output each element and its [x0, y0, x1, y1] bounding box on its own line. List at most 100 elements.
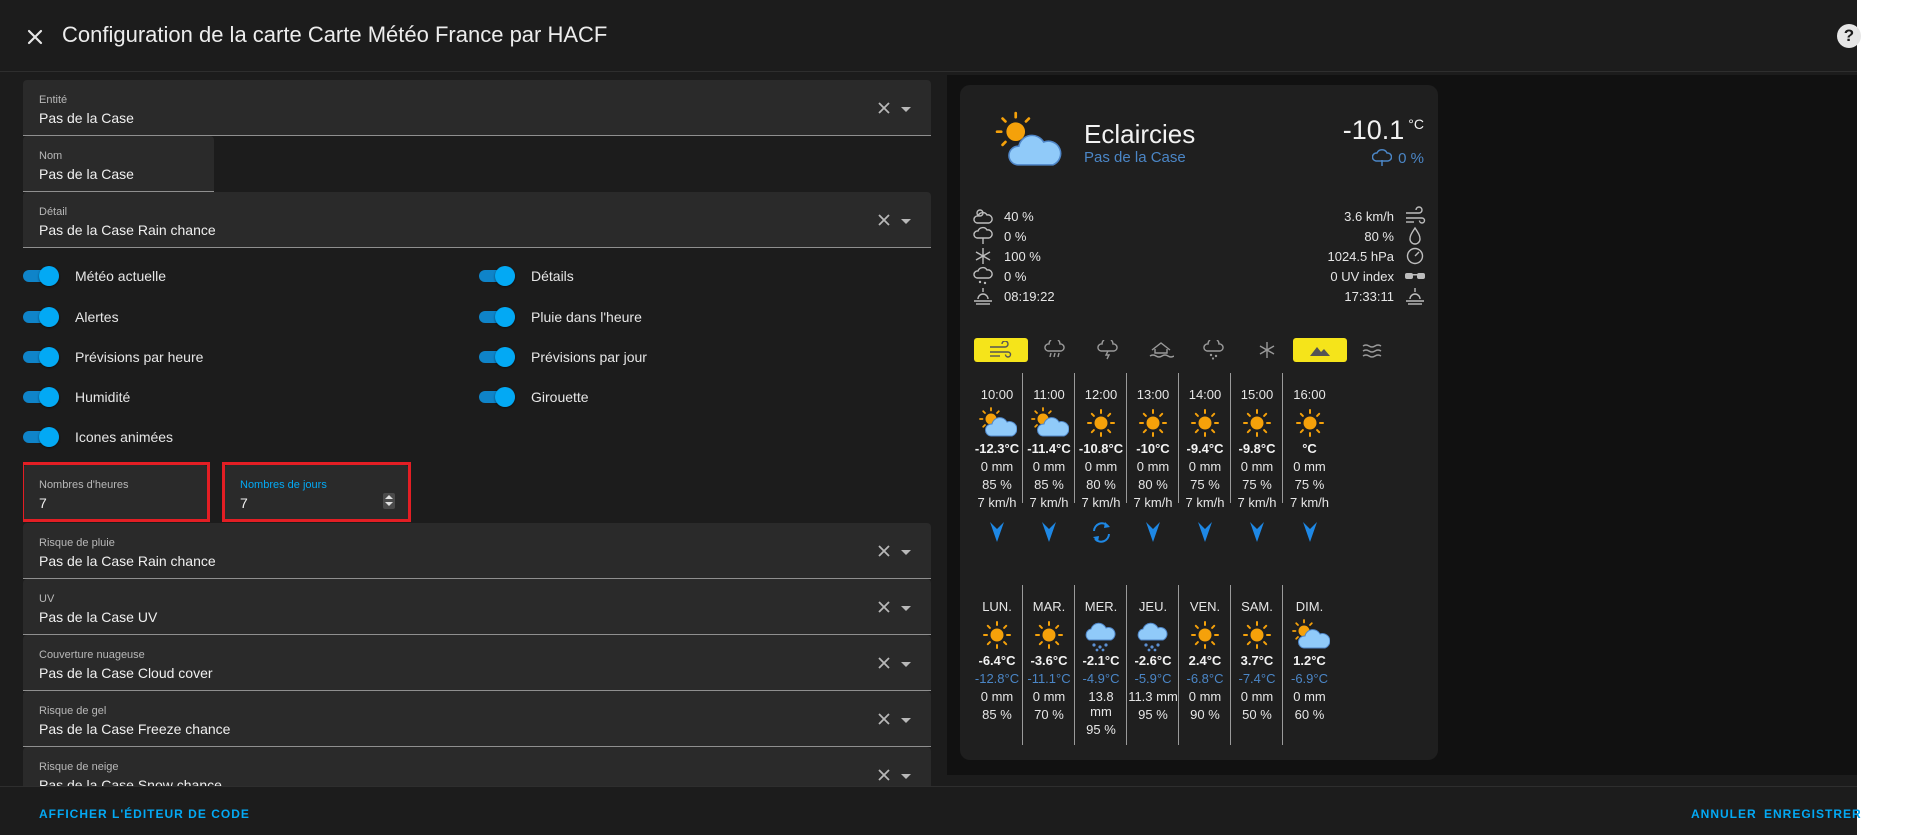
clear-icon[interactable] [875, 766, 893, 784]
day-label: MAR. [1032, 599, 1066, 614]
hours-number-input[interactable]: Nombres d'heures 7 [23, 465, 208, 521]
dropdown-arrow-icon[interactable] [901, 107, 911, 112]
day-max-temperature: -6.4°C [978, 653, 1016, 668]
hour-label: 12:00 [1084, 387, 1118, 402]
animated-icons-switch[interactable] [23, 427, 59, 447]
hour-label: 11:00 [1033, 387, 1065, 402]
name-field[interactable]: Nom Pas de la Case [23, 136, 214, 192]
humidity-label: Humidité [75, 389, 131, 405]
freeze-select[interactable]: Risque de gel Pas de la Case Freeze chan… [23, 691, 931, 747]
temperature-value: -10.1 [1342, 115, 1405, 145]
one-hour-switch[interactable] [479, 307, 515, 327]
hour-temperature: -10°C [1136, 441, 1170, 456]
wind-icon [1406, 206, 1426, 224]
day-humidity: 70 % [1034, 707, 1064, 722]
clear-icon[interactable] [875, 542, 893, 560]
day-rain: 11.3 mm [1128, 689, 1178, 704]
daily-forecast-item: SAM. 3.7°C -7.4°C 0 mm 50 % [1232, 585, 1283, 745]
rain-flood-alert-icon[interactable] [1028, 338, 1082, 362]
hourly-forecast-item: 11:00 -11.4°C 0 mm 85 % 7 km/h [1024, 373, 1075, 542]
toggle-alerts[interactable]: Alertes [23, 305, 119, 329]
animated-icons-label: Icones animées [75, 429, 174, 445]
hourly-switch[interactable] [23, 347, 59, 367]
rain-chance-value: 0 % [1398, 149, 1424, 167]
current-weather-switch[interactable] [23, 266, 59, 286]
toggle-hourly[interactable]: Prévisions par heure [23, 345, 203, 369]
detail-select[interactable]: Détail Pas de la Case Rain chance [23, 192, 931, 248]
day-rain: 0 mm [1293, 689, 1326, 704]
alerts-label: Alertes [75, 309, 119, 325]
days-label: Nombres de jours [240, 479, 327, 491]
daily-forecast-item: MER. -2.1°C -4.9°C 13.8 mm 95 % [1076, 585, 1127, 745]
detail-label: Détail [39, 206, 68, 218]
day-max-temperature: 3.7°C [1240, 653, 1274, 668]
toggle-humidity[interactable]: Humidité [23, 385, 130, 409]
detail-freeze-chance: 100 % [972, 246, 1041, 266]
show-code-editor-button[interactable]: AFFICHER L'ÉDITEUR DE CODE [39, 807, 250, 821]
snow-ice-alert-icon[interactable] [1187, 338, 1241, 362]
detail-sunset: 17:33:11 [1344, 286, 1426, 306]
humidity-switch[interactable] [23, 387, 59, 407]
detail-snow-value: 0 % [1004, 268, 1027, 284]
day-humidity: 50 % [1242, 707, 1272, 722]
details-switch[interactable] [479, 266, 515, 286]
hourly-forecast-item: 16:00 °C 0 mm 75 % 7 km/h [1284, 373, 1335, 542]
dialog-header: Configuration de la carte Carte Météo Fr… [0, 0, 1861, 72]
sunny-icon [1243, 409, 1271, 437]
detail-wind-speed: 3.6 km/h [1344, 206, 1426, 226]
wind-direction-icon [1250, 522, 1264, 542]
cold-wave-alert-icon[interactable] [1240, 338, 1294, 362]
water-drop-icon [1409, 226, 1421, 245]
sunny-icon [1295, 409, 1324, 437]
daily-forecast-item: JEU. -2.6°C -5.9°C 11.3 mm 95 % [1128, 585, 1179, 745]
daily-switch[interactable] [479, 347, 515, 367]
toggle-wind-vane[interactable]: Girouette [479, 385, 589, 409]
snow-select[interactable]: Risque de neige Pas de la Case Snow chan… [23, 747, 931, 786]
hour-temperature: -9.8°C [1238, 441, 1276, 456]
dropdown-arrow-icon[interactable] [901, 774, 911, 779]
toggle-details[interactable]: Détails [479, 264, 574, 288]
hour-label: 15:00 [1240, 387, 1274, 402]
dropdown-arrow-icon[interactable] [901, 606, 911, 611]
hourly-forecast-item: 15:00 -9.8°C 0 mm 75 % 7 km/h [1232, 373, 1283, 542]
thunderstorm-alert-icon[interactable] [1081, 338, 1135, 362]
clear-icon[interactable] [875, 654, 893, 672]
toggle-current-weather[interactable]: Météo actuelle [23, 264, 166, 288]
dropdown-arrow-icon[interactable] [901, 662, 911, 667]
partly-cloudy-icon [1291, 619, 1330, 649]
help-icon[interactable]: ? [1837, 24, 1861, 48]
waves-alert-icon[interactable] [1346, 338, 1400, 362]
toggle-animated-icons[interactable]: Icones animées [23, 425, 173, 449]
dropdown-arrow-icon[interactable] [901, 219, 911, 224]
clear-icon[interactable] [875, 211, 893, 229]
clear-icon[interactable] [875, 598, 893, 616]
uv-select[interactable]: UV Pas de la Case UV [23, 579, 931, 635]
daily-forecast-item: DIM. 1.2°C -6.9°C 0 mm 60 % [1284, 585, 1335, 745]
entity-select[interactable]: Entité Pas de la Case [23, 80, 931, 136]
save-button[interactable]: ENREGISTRER [1764, 807, 1862, 821]
rain-select[interactable]: Risque de pluie Pas de la Case Rain chan… [23, 523, 931, 579]
hour-label: 13:00 [1136, 387, 1170, 402]
clear-icon[interactable] [875, 99, 893, 117]
days-number-input[interactable]: Nombres de jours 7 [224, 465, 409, 521]
dropdown-arrow-icon[interactable] [901, 550, 911, 555]
clear-icon[interactable] [875, 710, 893, 728]
wind-alert-icon[interactable] [974, 338, 1028, 362]
toggle-one-hour[interactable]: Pluie dans l'heure [479, 305, 642, 329]
dropdown-arrow-icon[interactable] [901, 718, 911, 723]
details-label: Détails [531, 268, 574, 284]
flood-alert-icon[interactable] [1134, 338, 1188, 362]
avalanche-alert-icon[interactable] [1293, 338, 1347, 362]
hour-temperature: -9.4°C [1186, 441, 1224, 456]
cloud-select[interactable]: Couverture nuageuse Pas de la Case Cloud… [23, 635, 931, 691]
day-max-temperature: 1.2°C [1293, 653, 1326, 668]
alerts-switch[interactable] [23, 307, 59, 327]
freeze-label: Risque de gel [39, 705, 107, 717]
wind-vane-switch[interactable] [479, 387, 515, 407]
cancel-button[interactable]: ANNULER [1691, 807, 1757, 821]
close-icon[interactable] [20, 22, 50, 52]
toggle-daily[interactable]: Prévisions par jour [479, 345, 647, 369]
days-spinner[interactable] [383, 493, 395, 509]
wind-direction-icon [1302, 522, 1317, 542]
detail-sunrise-value: 08:19:22 [1004, 288, 1055, 304]
